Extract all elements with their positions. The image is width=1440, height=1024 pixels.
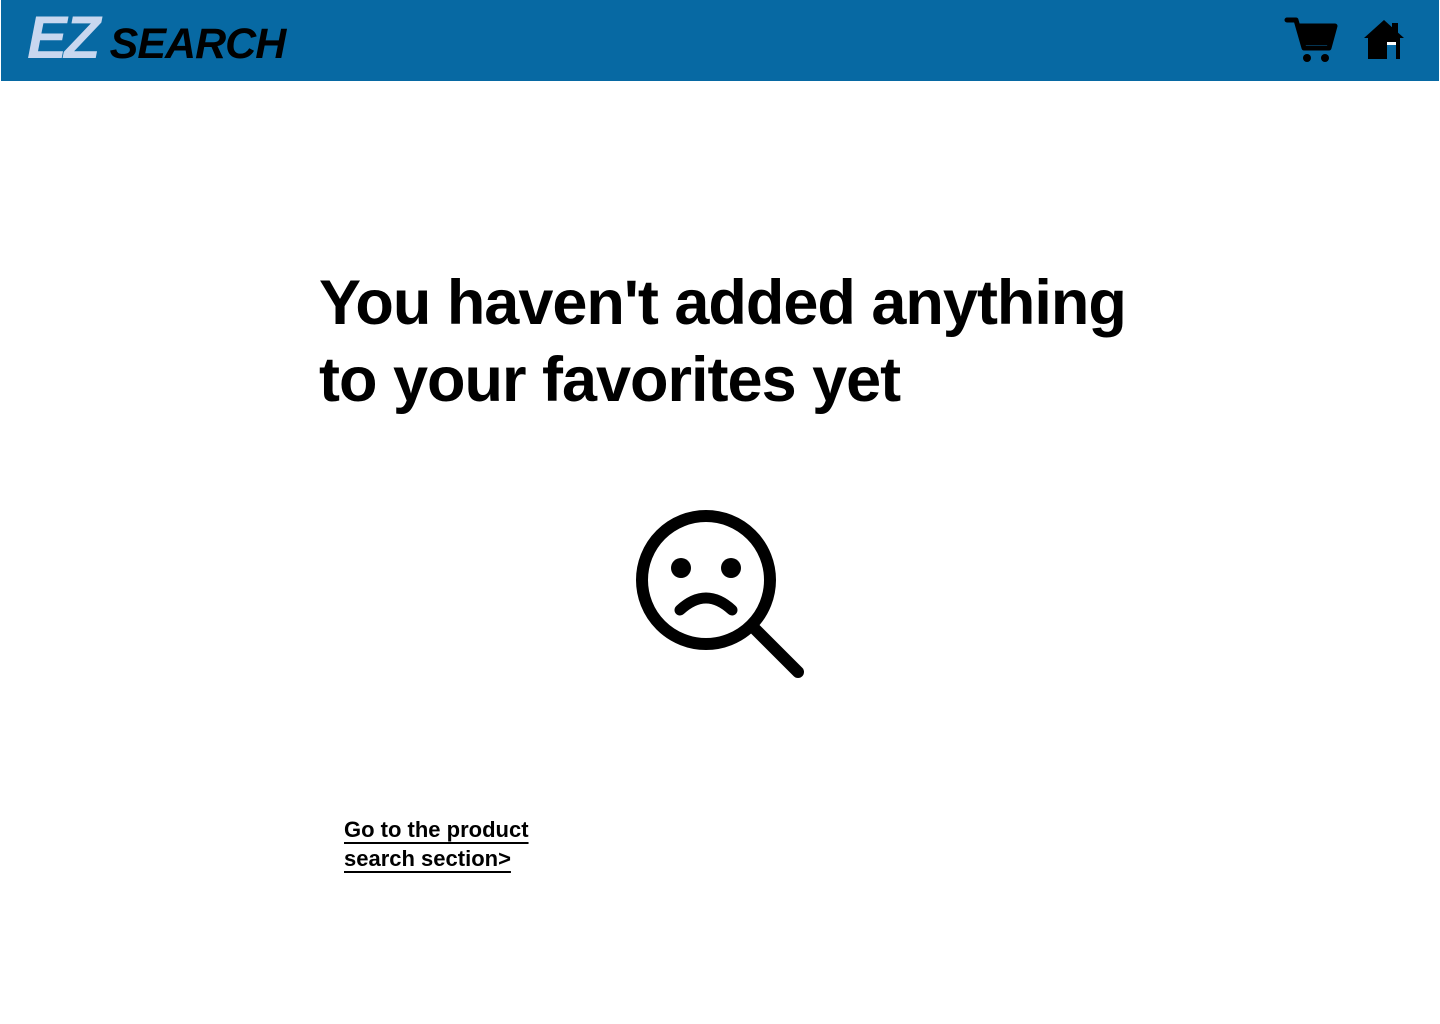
link-line-1: Go to the product	[344, 817, 529, 842]
top-header-bar: EZ SEARCH	[1, 0, 1439, 81]
favorites-empty-page: EZ SEARCH You haven't added anything to …	[0, 0, 1440, 1024]
product-search-link[interactable]: Go to the product search section>	[344, 815, 529, 873]
link-line-2: search section>	[344, 846, 511, 871]
home-icon[interactable]	[1361, 17, 1407, 63]
sad-magnifier-icon	[636, 510, 804, 678]
logo-search: SEARCH	[109, 20, 287, 68]
empty-favorites-heading: You haven't added anything to your favor…	[319, 265, 1259, 419]
shopping-cart-icon[interactable]	[1284, 14, 1338, 66]
headline-line-1: You haven't added anything	[319, 268, 1127, 338]
logo-ez: EZ	[27, 4, 101, 71]
headline-line-2: to your favorites yet	[319, 345, 901, 415]
ez-search-logo[interactable]: EZ SEARCH	[27, 4, 286, 71]
